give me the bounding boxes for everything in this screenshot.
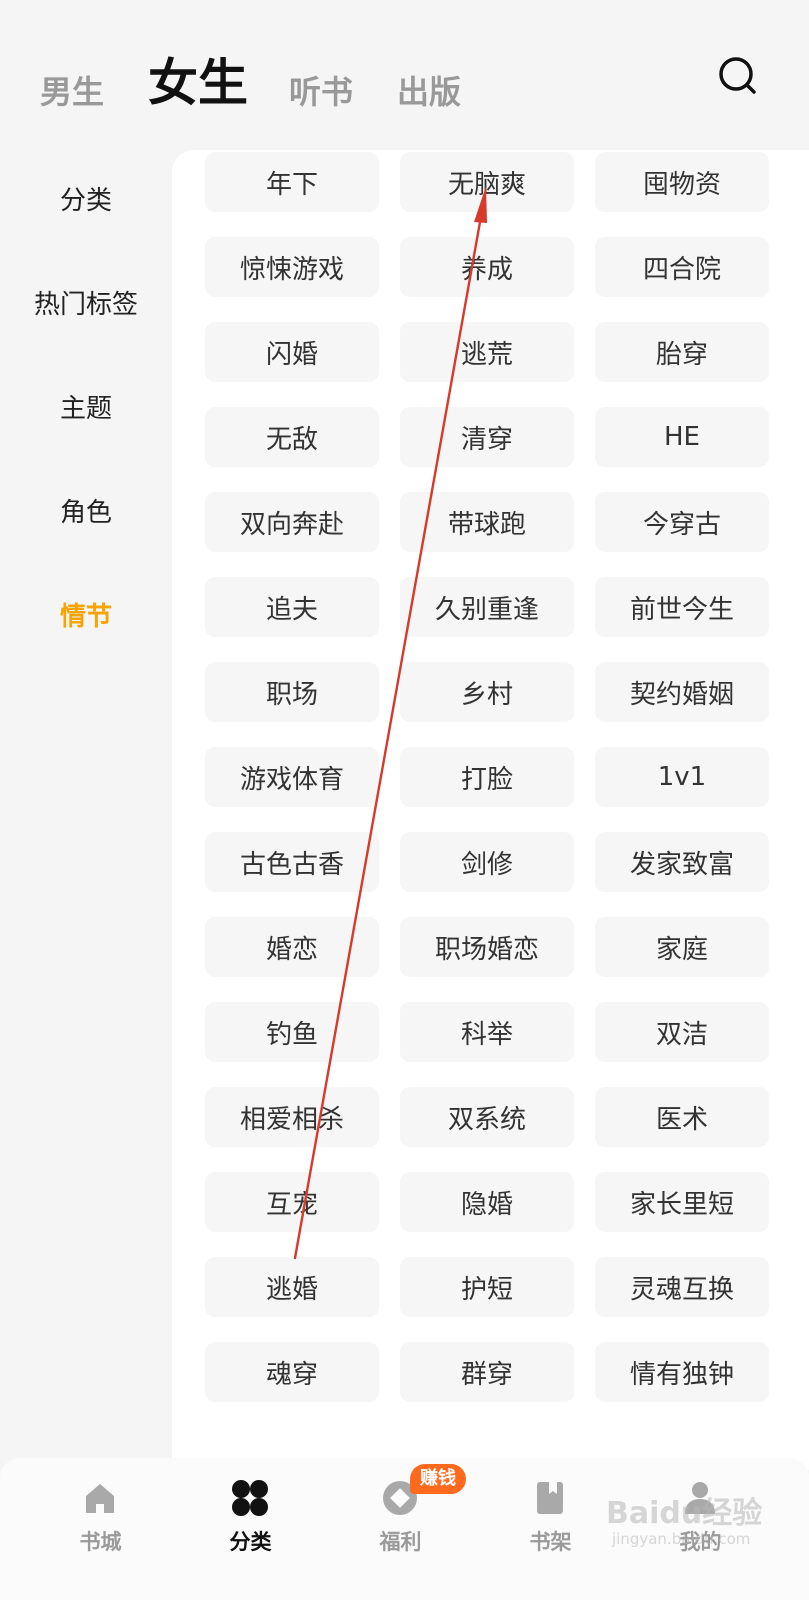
tag-button[interactable]: 护短 <box>400 1257 574 1317</box>
tag-button[interactable]: 久别重逢 <box>400 577 574 637</box>
tag-button[interactable]: 四合院 <box>595 237 769 297</box>
tag-button[interactable]: 追夫 <box>205 577 379 637</box>
tag-button[interactable]: 1v1 <box>595 747 769 807</box>
tag-button[interactable]: 无敌 <box>205 407 379 467</box>
tag-button[interactable]: 职场 <box>205 662 379 722</box>
tag-button[interactable]: 乡村 <box>400 662 574 722</box>
tag-button[interactable]: 清穿 <box>400 407 574 467</box>
watermark-brand: Baidu经验 <box>606 1496 763 1531</box>
tag-button[interactable]: 囤物资 <box>595 152 769 212</box>
tag-button[interactable]: 群穿 <box>400 1342 574 1402</box>
tag-button[interactable]: 惊悚游戏 <box>205 237 379 297</box>
tag-button[interactable]: 双向奔赴 <box>205 492 379 552</box>
baidu-watermark: Baidu经验 jingyan.baidu.com <box>606 1488 796 1558</box>
book-icon <box>537 1482 563 1514</box>
sidebar-item-plot[interactable]: 情节 <box>0 604 172 630</box>
tag-button[interactable]: 古色古香 <box>205 832 379 892</box>
tag-button[interactable]: 游戏体育 <box>205 747 379 807</box>
tag-button[interactable]: HE <box>595 407 769 467</box>
nav-welfare-label: 福利 <box>379 1530 422 1554</box>
search-icon <box>719 57 756 94</box>
tag-button[interactable]: 闪婚 <box>205 322 379 382</box>
tag-button[interactable]: 胎穿 <box>595 322 769 382</box>
tag-button[interactable]: 相爱相杀 <box>205 1087 379 1147</box>
tag-button[interactable]: 双洁 <box>595 1002 769 1062</box>
tab-female[interactable]: 女生 <box>148 58 248 108</box>
tag-button[interactable]: 年下 <box>205 152 379 212</box>
tag-button[interactable]: 发家致富 <box>595 832 769 892</box>
tag-button[interactable]: 婚恋 <box>205 917 379 977</box>
tag-button[interactable]: 情有独钟 <box>595 1342 769 1402</box>
tag-button[interactable]: 钓鱼 <box>205 1002 379 1062</box>
grid-dots-icon <box>232 1480 268 1516</box>
sidebar-item-role[interactable]: 角色 <box>0 500 172 526</box>
home-icon <box>86 1484 114 1513</box>
nav-category[interactable]: 分类 <box>170 1458 331 1600</box>
tag-button[interactable]: 科举 <box>400 1002 574 1062</box>
nav-bookstore[interactable]: 书城 <box>20 1458 181 1600</box>
tag-button[interactable]: 今穿古 <box>595 492 769 552</box>
tag-panel: 年下 无脑爽 囤物资惊悚游戏 养成 四合院闪婚 逃荒 胎穿无敌 清穿 HE 双向奔赴 带球跑 今穿古追… <box>172 150 809 1470</box>
tag-button[interactable]: 养成 <box>400 237 574 297</box>
tag-button[interactable]: 逃婚 <box>205 1257 379 1317</box>
sidebar-item-theme[interactable]: 主题 <box>0 396 172 422</box>
tag-button[interactable]: 家庭 <box>595 917 769 977</box>
tag-button[interactable]: 剑修 <box>400 832 574 892</box>
tag-button[interactable]: 互宠 <box>205 1172 379 1232</box>
sidebar: 分类 热门标签 主题 角色 情节 <box>0 150 172 1460</box>
tag-button[interactable]: 医术 <box>595 1087 769 1147</box>
tag-button[interactable]: 逃荒 <box>400 322 574 382</box>
sidebar-item-category[interactable]: 分类 <box>0 188 172 214</box>
top-tab-bar: 男生 女生 听书 出版 <box>0 0 809 150</box>
tag-button[interactable]: 魂穿 <box>205 1342 379 1402</box>
tab-male[interactable]: 男生 <box>40 76 104 108</box>
tag-button[interactable]: 前世今生 <box>595 577 769 637</box>
tag-button[interactable]: 隐婚 <box>400 1172 574 1232</box>
tag-button[interactable]: 家长里短 <box>595 1172 769 1232</box>
tag-grid: 年下 无脑爽 囤物资惊悚游戏 养成 四合院闪婚 逃荒 胎穿无敌 清穿 HE 双向奔赴 带球跑 今穿古追… <box>205 152 769 1402</box>
watermark-url: jingyan.baidu.com <box>612 1530 751 1548</box>
nav-bookstore-label: 书城 <box>79 1530 122 1554</box>
tag-button[interactable]: 灵魂互换 <box>595 1257 769 1317</box>
nav-category-label: 分类 <box>229 1530 272 1554</box>
search-button[interactable] <box>718 56 758 96</box>
tag-button[interactable]: 带球跑 <box>400 492 574 552</box>
earn-money-badge: 赚钱 <box>410 1464 466 1494</box>
tab-publishing[interactable]: 出版 <box>397 76 461 108</box>
sidebar-item-hot-tags[interactable]: 热门标签 <box>0 292 172 318</box>
tag-button[interactable]: 契约婚姻 <box>595 662 769 722</box>
tag-button[interactable]: 双系统 <box>400 1087 574 1147</box>
tag-button[interactable]: 无脑爽 <box>400 152 574 212</box>
tag-button[interactable]: 打脸 <box>400 747 574 807</box>
tag-button[interactable]: 职场婚恋 <box>400 917 574 977</box>
tab-audiobook[interactable]: 听书 <box>289 76 353 108</box>
